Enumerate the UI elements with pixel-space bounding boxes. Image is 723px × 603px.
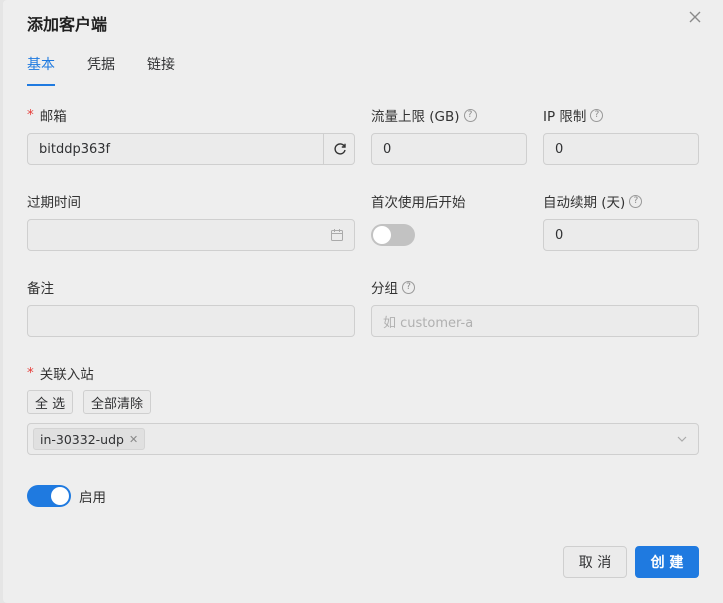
group-input[interactable]: 如 customer-a bbox=[371, 305, 699, 337]
expiry-label: 过期时间 bbox=[27, 195, 81, 211]
start-after-first-use-label: 首次使用后开始 bbox=[371, 195, 466, 211]
clear-all-button[interactable]: 全部清除 bbox=[83, 390, 152, 414]
add-client-dialog: 添加客户端 基本 凭据 链接 * 邮箱 bitddp363f 流量上限 (GB)?… bbox=[3, 0, 723, 603]
help-icon[interactable]: ? bbox=[463, 108, 477, 122]
calendar-icon bbox=[331, 229, 343, 241]
toggle-knob bbox=[373, 226, 391, 244]
active-tab-indicator bbox=[27, 84, 55, 86]
ip-limit-input[interactable]: 0 bbox=[543, 133, 699, 165]
start-after-first-use-toggle[interactable] bbox=[371, 224, 415, 246]
remark-label: 备注 bbox=[27, 281, 54, 297]
select-all-button[interactable]: 全 选 bbox=[27, 390, 74, 414]
tab-basic[interactable]: 基本 bbox=[27, 54, 55, 74]
expiry-date-picker[interactable] bbox=[27, 219, 355, 251]
cancel-button[interactable]: 取 消 bbox=[563, 546, 627, 578]
enable-label: 启用 bbox=[79, 490, 106, 506]
tab-credentials[interactable]: 凭据 bbox=[87, 54, 115, 74]
inbound-tag: in-30332-udp ✕ bbox=[33, 428, 146, 450]
tab-links[interactable]: 链接 bbox=[147, 54, 175, 74]
refresh-icon bbox=[333, 143, 346, 155]
tab-bar: 基本 凭据 链接 bbox=[27, 52, 699, 88]
chevron-down-icon bbox=[677, 436, 687, 442]
help-icon[interactable]: ? bbox=[629, 194, 643, 208]
enable-toggle[interactable] bbox=[27, 485, 71, 507]
group-label: 分组? bbox=[371, 277, 415, 297]
traffic-limit-label: 流量上限 (GB)? bbox=[371, 105, 477, 125]
email-field[interactable]: bitddp363f bbox=[27, 133, 355, 165]
inbounds-label: * 关联入站 bbox=[27, 365, 94, 383]
dialog-title: 添加客户端 bbox=[27, 15, 108, 34]
auto-renew-label: 自动续期 (天)? bbox=[543, 191, 643, 211]
toggle-knob bbox=[51, 487, 69, 505]
traffic-limit-input[interactable]: 0 bbox=[371, 133, 527, 165]
help-icon[interactable]: ? bbox=[402, 280, 415, 294]
required-mark: * bbox=[27, 365, 34, 381]
close-icon[interactable] bbox=[687, 9, 703, 25]
remark-input[interactable] bbox=[27, 305, 355, 337]
auto-renew-input[interactable]: 0 bbox=[543, 219, 699, 251]
ip-limit-label: IP 限制? bbox=[543, 105, 604, 125]
create-button[interactable]: 创 建 bbox=[635, 546, 699, 578]
required-mark: * bbox=[27, 107, 34, 123]
regenerate-email-button[interactable] bbox=[323, 133, 355, 165]
inbounds-select[interactable]: in-30332-udp ✕ bbox=[27, 423, 699, 455]
help-icon[interactable]: ? bbox=[590, 108, 604, 122]
email-label: * 邮箱 bbox=[27, 107, 67, 125]
tag-close-icon[interactable]: ✕ bbox=[129, 433, 138, 446]
